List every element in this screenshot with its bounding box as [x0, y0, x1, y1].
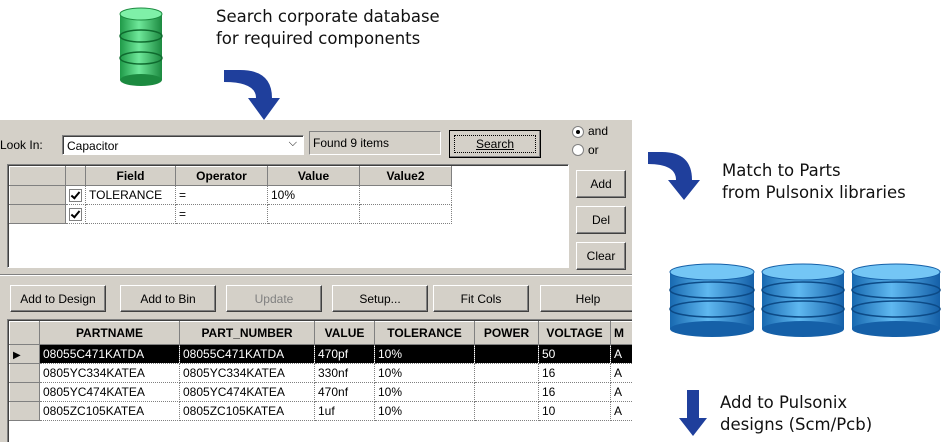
or-radio-label: or — [588, 143, 599, 157]
blue-database-icon — [851, 263, 941, 337]
table-row[interactable]: ▶ 08055C471KATDA 08055C471KATDA 470pf 10% 50 A — [9, 344, 632, 364]
table-cell[interactable] — [474, 401, 539, 421]
table-cell[interactable]: 10% — [374, 363, 475, 383]
criteria-enabled-checkbox[interactable] — [65, 204, 86, 224]
match-parts-caption: Match to Parts from Pulsonix libraries — [722, 161, 906, 202]
search-button[interactable]: Search — [449, 130, 541, 158]
green-database-icon — [119, 7, 163, 86]
table-cell[interactable]: 10% — [374, 382, 475, 402]
table-cell[interactable] — [474, 382, 539, 402]
table-cell[interactable]: 10% — [374, 401, 475, 421]
table-row[interactable]: 0805ZC105KATEA 0805ZC105KATEA 1uf 10% 10 A — [9, 401, 632, 421]
current-row-pointer-icon: ▶ — [13, 350, 21, 361]
results-header-m[interactable]: M — [610, 321, 632, 345]
criteria-header-field[interactable]: Field — [85, 166, 176, 186]
table-cell[interactable]: A — [610, 401, 632, 421]
add-criteria-button[interactable]: Add — [576, 170, 626, 198]
table-cell[interactable]: 0805ZC105KATEA — [179, 401, 315, 421]
search-dialog: Look In: Capacitor ⌵ Found 9 items Searc… — [0, 120, 632, 442]
table-cell[interactable]: A — [610, 344, 632, 364]
table-cell[interactable]: 1uf — [314, 401, 375, 421]
or-radio[interactable] — [572, 144, 584, 156]
update-button[interactable]: Update — [226, 285, 322, 312]
table-cell[interactable]: A — [610, 382, 632, 402]
results-grid: PARTNAME PART_NUMBER VALUE TOLERANCE POW… — [7, 319, 632, 442]
table-row[interactable]: 0805YC334KATEA 0805YC334KATEA 330nf 10% 16 A — [9, 363, 632, 383]
divider — [0, 274, 632, 276]
arrow-down-icon — [679, 390, 707, 436]
table-cell[interactable]: 470nf — [314, 382, 375, 402]
criteria-header-operator[interactable]: Operator — [175, 166, 268, 186]
results-header-partname[interactable]: PARTNAME — [39, 321, 180, 345]
table-cell[interactable]: 0805YC334KATEA — [39, 363, 180, 383]
blue-database-icon — [669, 263, 755, 337]
criteria-row[interactable]: TOLERANCE = 10% — [9, 185, 452, 205]
fit-cols-button[interactable]: Fit Cols — [433, 285, 529, 312]
table-row[interactable]: 0805YC474KATEA 0805YC474KATEA 470nf 10% 16 A — [9, 382, 632, 402]
and-radio[interactable] — [572, 126, 584, 138]
search-database-caption: Search corporate database for required c… — [216, 7, 440, 48]
table-cell[interactable]: A — [610, 363, 632, 383]
table-cell[interactable]: 0805YC474KATEA — [179, 382, 315, 402]
table-cell[interactable]: 16 — [538, 382, 611, 402]
results-header-power[interactable]: POWER — [474, 321, 539, 345]
curved-arrow-down-icon — [224, 70, 280, 120]
help-button[interactable]: Help — [540, 285, 632, 312]
criteria-enabled-checkbox[interactable] — [65, 185, 86, 205]
add-to-design-button[interactable]: Add to Design — [10, 285, 106, 312]
results-header-voltage[interactable]: VOLTAGE — [538, 321, 611, 345]
chevron-down-icon: ⌵ — [288, 137, 297, 149]
blue-database-icon — [761, 263, 845, 337]
table-cell[interactable]: 16 — [538, 363, 611, 383]
table-cell[interactable]: 08055C471KATDA — [39, 344, 180, 364]
found-count-box: Found 9 items — [309, 131, 441, 155]
table-cell[interactable]: 08055C471KATDA — [179, 344, 315, 364]
add-to-bin-button[interactable]: Add to Bin — [120, 285, 216, 312]
look-in-label: Look In: — [0, 138, 43, 152]
criteria-header-value2[interactable]: Value2 — [359, 166, 452, 186]
curved-arrow-right-icon — [648, 152, 700, 200]
table-cell[interactable]: 50 — [538, 344, 611, 364]
table-cell[interactable]: 10% — [374, 344, 475, 364]
table-cell[interactable] — [474, 363, 539, 383]
criteria-grid: Field Operator Value Value2 TOLERANCE = … — [7, 164, 569, 268]
results-header-tolerance[interactable]: TOLERANCE — [374, 321, 475, 345]
results-header-value[interactable]: VALUE — [314, 321, 375, 345]
results-header-part-number[interactable]: PART_NUMBER — [179, 321, 315, 345]
criteria-row[interactable]: = — [9, 204, 452, 224]
and-radio-label: and — [588, 124, 609, 138]
delete-criteria-button[interactable]: Del — [576, 206, 626, 234]
add-designs-caption: Add to Pulsonix designs (Scm/Pcb) — [720, 393, 873, 434]
table-cell[interactable]: 470pf — [314, 344, 375, 364]
table-cell[interactable]: 0805YC474KATEA — [39, 382, 180, 402]
look-in-dropdown[interactable]: Capacitor ⌵ — [62, 135, 304, 155]
clear-criteria-button[interactable]: Clear — [576, 242, 626, 270]
criteria-header-value[interactable]: Value — [267, 166, 360, 186]
table-cell[interactable]: 0805YC334KATEA — [179, 363, 315, 383]
table-cell[interactable] — [474, 344, 539, 364]
setup-button[interactable]: Setup... — [332, 285, 428, 312]
table-cell[interactable]: 330nf — [314, 363, 375, 383]
table-cell[interactable]: 0805ZC105KATEA — [39, 401, 180, 421]
table-cell[interactable]: 10 — [538, 401, 611, 421]
